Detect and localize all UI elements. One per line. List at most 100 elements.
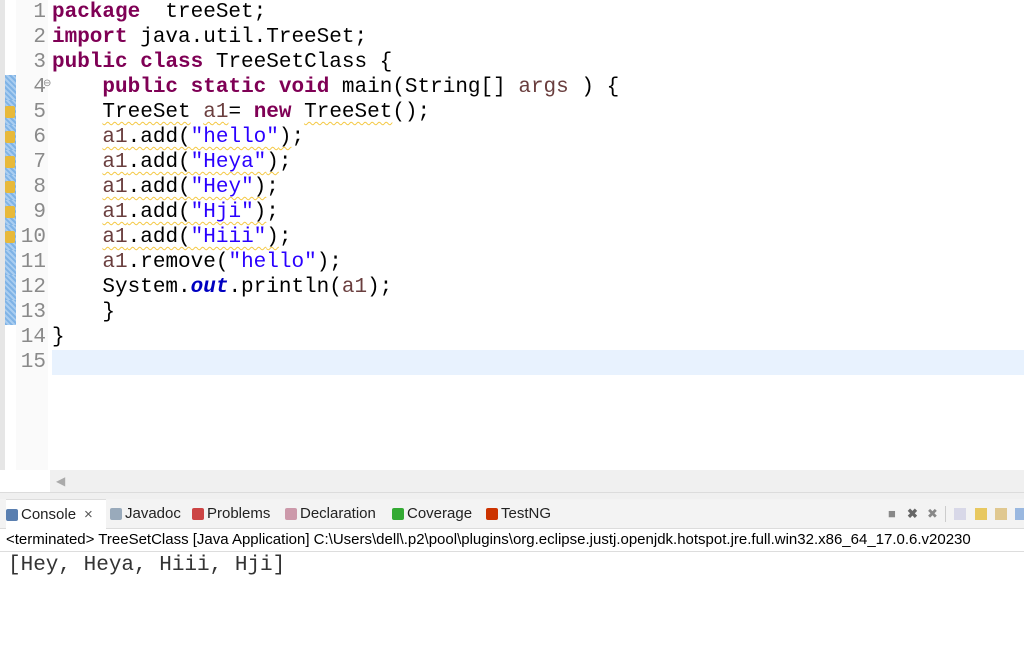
code-line[interactable]: 3 public class TreeSetClass { (5, 50, 1024, 75)
code-token: "Hiii" (190, 226, 267, 249)
code-token: .add( (127, 126, 191, 149)
warning-icon[interactable] (5, 156, 15, 168)
code-text: public class TreeSetClass { (52, 50, 392, 75)
code-line[interactable]: 13 } (5, 300, 1024, 325)
code-token: .add( (127, 226, 191, 249)
javadoc-icon (110, 507, 122, 520)
code-token: .add( (127, 201, 191, 224)
code-token: .add( (127, 176, 191, 199)
line-number: 4 (33, 76, 46, 99)
code-line[interactable]: 6 a1.add("hello"); (5, 125, 1024, 150)
code-line[interactable]: 15 (5, 350, 1024, 375)
pin-console-icon[interactable] (1015, 508, 1024, 520)
code-line[interactable]: 2 import java.util.TreeSet; (5, 25, 1024, 50)
tab-label: Javadoc (125, 505, 181, 522)
word-wrap-icon[interactable] (995, 508, 1007, 520)
code-token: ; (266, 201, 279, 224)
code-token: void (278, 76, 330, 99)
code-editor[interactable]: 1 package treeSet; 2 import java.util.TreeS… (0, 0, 1024, 470)
tab-console[interactable]: Console × (6, 499, 106, 529)
code-line[interactable]: 9 a1.add("Hji"); (5, 200, 1024, 225)
code-text: a1.remove("hello"); (52, 250, 341, 275)
tab-javadoc[interactable]: Javadoc (110, 499, 181, 528)
warning-icon[interactable] (5, 231, 15, 243)
code-token: new (253, 101, 292, 124)
code-token: "hello" (190, 126, 279, 149)
code-line[interactable]: 5 TreeSet a1= new TreeSet(); (5, 100, 1024, 125)
tab-label: Problems (207, 505, 271, 522)
code-line[interactable]: 11 a1.remove("hello"); (5, 250, 1024, 275)
testng-icon (486, 507, 498, 520)
code-text: import java.util.TreeSet; (52, 25, 367, 50)
line-number: 11 (20, 251, 46, 274)
code-line[interactable]: 12 System.out.println(a1); (5, 275, 1024, 300)
code-token: System. (52, 276, 191, 299)
clear-console-icon[interactable] (954, 508, 966, 520)
code-token: a1 (203, 101, 229, 124)
fold-icon[interactable]: ⊖ (43, 78, 51, 89)
console-output[interactable]: [Hey, Heya, Hiii, Hji] (8, 553, 285, 578)
code-token: args (518, 76, 569, 99)
declaration-icon (285, 507, 297, 520)
code-token: = (228, 101, 254, 124)
warning-icon[interactable] (5, 181, 15, 193)
scroll-left-icon[interactable]: ◀ (56, 474, 65, 488)
terminate-icon[interactable]: ■ (888, 507, 900, 520)
code-token: java.util.TreeSet; (127, 26, 368, 49)
line-number: 10 (20, 226, 46, 249)
line-number: 3 (33, 51, 46, 74)
code-token: main(String[] (329, 76, 519, 99)
code-token: } (52, 301, 116, 324)
warning-icon[interactable] (5, 206, 15, 218)
code-token: package (52, 1, 141, 24)
tab-coverage[interactable]: Coverage (392, 499, 472, 528)
horizontal-scrollbar[interactable]: ◀ (50, 470, 1024, 492)
code-token: } (52, 326, 65, 349)
line-number: 14 (20, 326, 46, 349)
code-token: ) (266, 151, 279, 174)
line-number: 13 (20, 301, 46, 324)
line-number: 2 (33, 26, 46, 49)
code-token: "hello" (228, 251, 317, 274)
tab-testng[interactable]: TestNG (486, 499, 551, 528)
code-token: a1 (102, 201, 128, 224)
code-line[interactable]: 7 a1.add("Heya"); (5, 150, 1024, 175)
code-token: ; (278, 151, 292, 174)
code-line[interactable]: 4 ⊖ public static void main(String[] args… (5, 75, 1024, 100)
tab-declaration[interactable]: Declaration (285, 499, 376, 528)
tab-problems[interactable]: Problems (192, 499, 270, 528)
problems-icon (192, 507, 204, 520)
code-text: a1.add("Hey"); (52, 175, 278, 200)
tab-label: Console (21, 506, 77, 523)
bottom-panel-tabs: Console × Javadoc Problems Declaration Covera… (0, 499, 1024, 529)
code-token: a1 (102, 226, 128, 249)
console-icon (6, 508, 18, 521)
code-token: a1 (102, 251, 128, 274)
remove-all-launches-icon[interactable]: ✖ (927, 507, 939, 520)
code-line[interactable]: 8 a1.add("Hey"); (5, 175, 1024, 200)
code-token: .remove( (127, 251, 229, 274)
code-line[interactable]: 14} (5, 325, 1024, 350)
code-token: ) { (568, 76, 620, 99)
code-text: package treeSet; (52, 0, 266, 25)
close-tab-icon[interactable]: × (84, 499, 93, 530)
warning-icon[interactable] (5, 131, 15, 143)
code-token: "Heya" (190, 151, 267, 174)
scroll-lock-icon[interactable] (975, 508, 987, 520)
code-token: class (140, 51, 204, 74)
line-number: 5 (33, 101, 46, 124)
code-line[interactable]: 1 package treeSet; (5, 0, 1024, 25)
code-token: treeSet; (140, 1, 267, 24)
console-process-label: <terminated> TreeSetClass [Java Applicat… (0, 529, 1024, 552)
code-token: public (102, 76, 179, 99)
code-line[interactable]: 10 a1.add("Hiii"); (5, 225, 1024, 250)
warning-icon[interactable] (5, 106, 15, 118)
line-number: 12 (20, 276, 46, 299)
remove-launch-icon[interactable]: ✖ (907, 507, 919, 520)
